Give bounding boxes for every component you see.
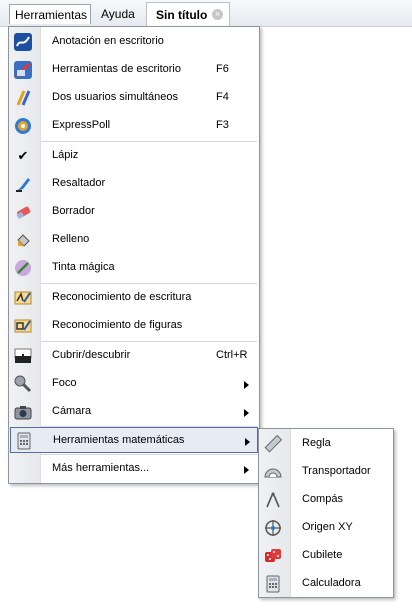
herramientas-menu: Anotación en escritorio Herramientas de … (8, 26, 260, 484)
highlighter-icon (14, 175, 32, 193)
menu-item-label: ExpressPoll (52, 119, 111, 131)
protractor-icon (264, 463, 282, 481)
menu-item-shortcut: F4 (216, 91, 229, 103)
menu-item-label: Cámara (52, 405, 92, 417)
submenu-item-origen-xy[interactable]: Origen XY (260, 515, 392, 541)
math-tools-icon (15, 432, 33, 450)
menu-item-label: Reconocimiento de figuras (52, 319, 183, 331)
desktop-annotation-icon (14, 33, 32, 51)
menu-item-label: Borrador (52, 205, 95, 217)
menu-item-label: Calculadora (302, 577, 361, 589)
submenu-arrow-icon (244, 466, 249, 474)
submenu-item-compas[interactable]: Compás (260, 487, 392, 513)
dice-icon (264, 547, 282, 565)
menu-item-expresspoll[interactable]: ExpressPoll F3 (10, 113, 258, 139)
menu-separator (41, 341, 257, 342)
menu-item-label: Más herramientas... (52, 462, 150, 474)
menu-item-borrador[interactable]: Borrador (10, 199, 258, 225)
calculator-icon (264, 575, 282, 593)
menu-item-label: Cubilete (302, 549, 343, 561)
menu-item-tinta-magica[interactable]: Tinta mágica (10, 255, 258, 281)
menu-separator (41, 454, 257, 455)
submenu-item-calculadora[interactable]: Calculadora (260, 571, 392, 597)
submenu-item-regla[interactable]: Regla (260, 431, 392, 457)
menu-item-mas-herramientas[interactable]: Más herramientas... (10, 456, 258, 482)
submenu-item-cubilete[interactable]: Cubilete (260, 543, 392, 569)
close-icon[interactable]: × (212, 9, 223, 20)
menu-herramientas[interactable]: Herramientas (9, 4, 91, 24)
menu-item-label: Reconocimiento de escritura (52, 291, 192, 303)
menu-item-reconocimiento-figuras[interactable]: Reconocimiento de figuras (10, 313, 258, 339)
submenu-arrow-icon (244, 381, 249, 389)
submenu-arrow-icon (244, 409, 249, 417)
eraser-icon (14, 203, 32, 221)
ruler-icon (264, 435, 282, 453)
menu-item-label: Resaltador (52, 177, 106, 189)
menu-item-label: Tinta mágica (52, 261, 115, 273)
menu-item-foco[interactable]: Foco (10, 371, 258, 397)
menu-item-label: Herramientas matemáticas (53, 434, 185, 446)
camera-icon (14, 403, 32, 421)
handwriting-recognition-icon (14, 289, 32, 307)
menu-item-cubrir-descubrir[interactable]: Cubrir/descubrir Ctrl+R (10, 343, 258, 369)
submenu-arrow-icon (245, 438, 250, 446)
magic-ink-icon (14, 259, 32, 277)
menu-item-dos-usuarios[interactable]: Dos usuarios simultáneos F4 (10, 85, 258, 111)
spotlight-icon (14, 375, 32, 393)
menu-ayuda[interactable]: Ayuda (96, 4, 140, 24)
menu-bar: Herramientas Ayuda Sin título × (0, 0, 412, 27)
dual-user-icon (14, 89, 32, 107)
submenu-item-transportador[interactable]: Transportador (260, 459, 392, 485)
shape-recognition-icon (14, 317, 32, 335)
reveal-icon (14, 347, 32, 365)
menu-item-shortcut: Ctrl+R (216, 349, 248, 361)
menu-separator (41, 283, 257, 284)
menu-item-label: Anotación en escritorio (52, 35, 164, 47)
menu-item-label: Origen XY (302, 521, 353, 533)
tab-title: Sin título (156, 8, 208, 22)
menu-separator (41, 141, 257, 142)
menu-item-label: Relleno (52, 233, 90, 245)
menu-item-label: Foco (52, 377, 77, 389)
menu-item-resaltador[interactable]: Resaltador (10, 171, 258, 197)
menu-item-relleno[interactable]: Relleno (10, 227, 258, 253)
tab-sin-titulo[interactable]: Sin título × (146, 2, 230, 26)
menu-item-label: Compás (302, 493, 343, 505)
check-icon: ✔ (17, 148, 29, 163)
menu-item-label: Cubrir/descubrir (52, 349, 131, 361)
menu-item-shortcut: F3 (216, 119, 229, 131)
compass-icon (264, 491, 282, 509)
menu-item-anotacion[interactable]: Anotación en escritorio (10, 29, 258, 55)
menu-item-reconocimiento-escritura[interactable]: Reconocimiento de escritura (10, 285, 258, 311)
menu-item-herramientas-escritorio[interactable]: Herramientas de escritorio F6 (10, 57, 258, 83)
expresspoll-icon (14, 117, 32, 135)
xy-origin-icon (264, 519, 282, 537)
menu-item-label: Transportador (302, 465, 371, 477)
menu-item-label: Regla (302, 437, 331, 449)
desktop-tools-icon (14, 61, 32, 79)
menu-item-camara[interactable]: Cámara (10, 399, 258, 425)
menu-item-herramientas-matematicas[interactable]: Herramientas matemáticas (10, 427, 258, 453)
menu-item-shortcut: F6 (216, 63, 229, 75)
menu-item-label: Lápiz (52, 149, 79, 161)
menu-item-lapiz[interactable]: ✔ Lápiz (10, 143, 258, 169)
math-tools-submenu: Regla Transportador Compás Origen XY Cub… (258, 428, 394, 598)
menu-item-label: Dos usuarios simultáneos (52, 91, 178, 103)
menu-item-label: Herramientas de escritorio (52, 63, 181, 75)
fill-icon (14, 231, 32, 249)
